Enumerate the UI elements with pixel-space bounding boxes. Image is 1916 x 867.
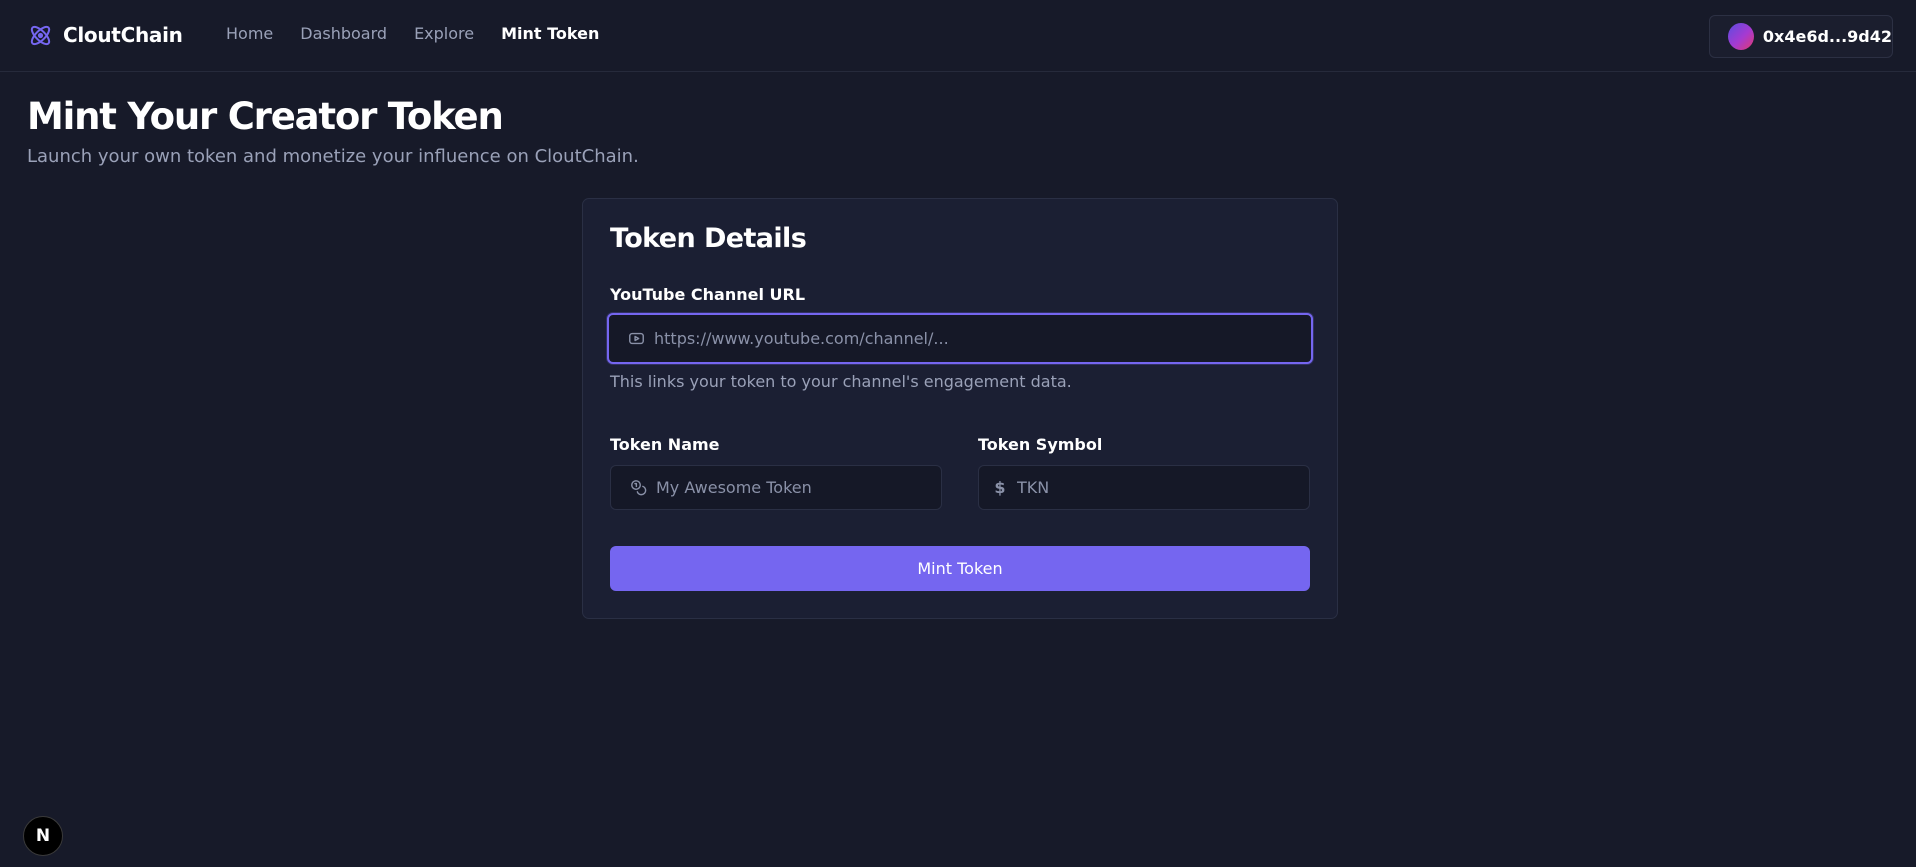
dollar-icon: $: [994, 478, 1006, 497]
token-symbol-input[interactable]: [1007, 466, 1309, 509]
nextjs-dev-badge[interactable]: N: [23, 816, 63, 856]
token-name-field: [610, 465, 942, 510]
brand-name: CloutChain: [63, 23, 183, 47]
token-details-card: Token Details YouTube Channel URL This l…: [582, 198, 1338, 619]
coins-icon: [629, 479, 647, 497]
youtube-url-label: YouTube Channel URL: [610, 285, 806, 304]
top-navbar: CloutChain Home Dashboard Explore Mint T…: [0, 0, 1916, 72]
nav-link-dashboard[interactable]: Dashboard: [300, 23, 387, 45]
wallet-avatar: [1728, 23, 1754, 50]
mint-token-button[interactable]: Mint Token: [610, 546, 1310, 591]
card-title: Token Details: [610, 223, 807, 254]
wallet-address: 0x4e6d...9d42: [1762, 27, 1892, 46]
youtube-icon: [627, 330, 645, 348]
nav-link-home[interactable]: Home: [226, 23, 273, 45]
token-symbol-field: $: [978, 465, 1310, 510]
wallet-button[interactable]: 0x4e6d...9d42: [1709, 15, 1893, 58]
page-subtitle: Launch your own token and monetize your …: [27, 146, 639, 167]
nav-link-explore[interactable]: Explore: [414, 23, 474, 45]
token-symbol-label: Token Symbol: [978, 435, 1103, 454]
nav-links: Home Dashboard Explore Mint Token: [226, 23, 599, 45]
nav-link-mint-token[interactable]: Mint Token: [501, 23, 599, 45]
brand-logo-link[interactable]: CloutChain: [27, 20, 183, 50]
token-name-input[interactable]: [647, 466, 941, 509]
youtube-url-input[interactable]: [645, 315, 1311, 362]
token-name-label: Token Name: [610, 435, 720, 454]
atom-icon: [30, 25, 51, 45]
page-title: Mint Your Creator Token: [27, 95, 504, 138]
youtube-url-helper: This links your token to your channel's …: [610, 372, 1072, 391]
youtube-url-field: [607, 313, 1313, 364]
